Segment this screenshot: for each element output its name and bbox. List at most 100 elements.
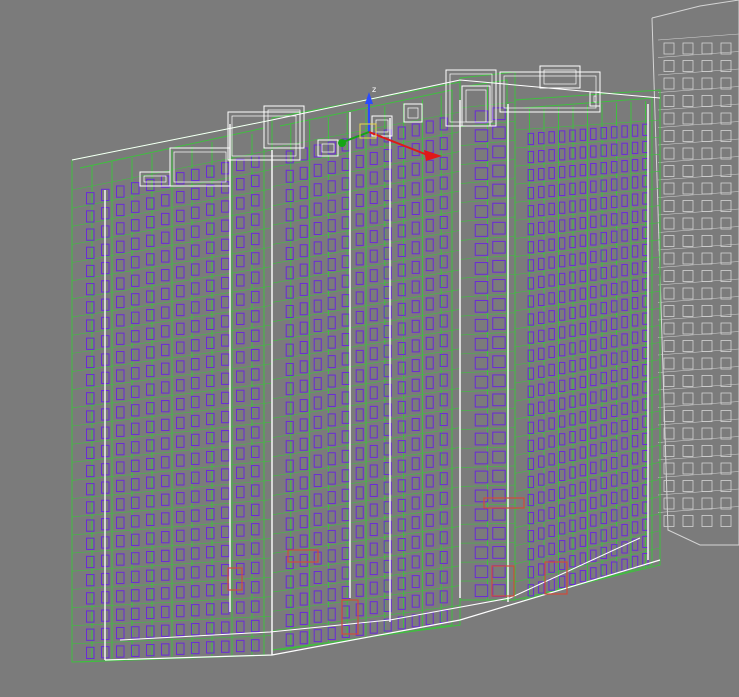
window bbox=[327, 491, 336, 505]
window bbox=[474, 281, 489, 294]
building-wireframe[interactable] bbox=[71, 65, 661, 663]
window bbox=[146, 513, 155, 527]
window bbox=[474, 129, 489, 143]
neighbor-window bbox=[682, 427, 694, 440]
window bbox=[631, 297, 639, 310]
window bbox=[538, 185, 545, 199]
gizmo-y-handle-icon[interactable] bbox=[338, 139, 346, 147]
window bbox=[221, 468, 230, 481]
neighbor-window bbox=[663, 112, 675, 125]
window bbox=[131, 182, 140, 195]
window bbox=[116, 498, 125, 511]
window bbox=[411, 516, 420, 530]
neighbor-window bbox=[682, 375, 694, 387]
window bbox=[146, 234, 155, 247]
window bbox=[86, 319, 95, 332]
window bbox=[548, 399, 555, 412]
window bbox=[206, 393, 215, 407]
window bbox=[146, 476, 155, 489]
window bbox=[548, 238, 555, 251]
window bbox=[146, 532, 155, 545]
neighbor-building-wireframe[interactable] bbox=[651, 0, 739, 546]
window bbox=[631, 279, 639, 293]
window bbox=[425, 218, 434, 232]
wireframe-scene[interactable]: z bbox=[0, 0, 739, 697]
window bbox=[221, 353, 230, 366]
window bbox=[579, 358, 587, 371]
neighbor-window bbox=[701, 375, 713, 387]
window bbox=[206, 584, 215, 597]
window bbox=[191, 206, 200, 219]
window bbox=[161, 418, 170, 432]
window bbox=[492, 183, 506, 197]
window bbox=[299, 147, 308, 161]
neighbor-window bbox=[701, 182, 713, 195]
window bbox=[161, 362, 170, 375]
window bbox=[631, 383, 639, 396]
window bbox=[285, 614, 294, 628]
window bbox=[558, 433, 566, 446]
window bbox=[474, 243, 489, 256]
window bbox=[206, 374, 215, 388]
window bbox=[221, 506, 230, 519]
window bbox=[621, 506, 628, 519]
window bbox=[631, 366, 639, 379]
window bbox=[299, 611, 308, 625]
window bbox=[558, 219, 566, 232]
window bbox=[590, 444, 597, 457]
window bbox=[116, 479, 125, 493]
window bbox=[527, 421, 535, 434]
window bbox=[86, 264, 95, 278]
window bbox=[299, 224, 308, 238]
window bbox=[191, 509, 200, 522]
window bbox=[355, 369, 364, 383]
window bbox=[116, 535, 125, 548]
window bbox=[285, 536, 294, 550]
window bbox=[146, 271, 155, 285]
window bbox=[558, 575, 566, 588]
gizmo-x-axis[interactable] bbox=[368, 131, 431, 157]
window bbox=[341, 196, 350, 210]
window bbox=[492, 584, 506, 597]
neighbor-floor-line bbox=[657, 401, 739, 408]
window bbox=[538, 491, 545, 504]
window bbox=[538, 257, 545, 271]
window bbox=[558, 486, 566, 499]
window bbox=[236, 639, 245, 653]
neighbor-window bbox=[701, 42, 713, 55]
window bbox=[590, 567, 597, 580]
window bbox=[631, 159, 639, 172]
neighbor-window bbox=[682, 515, 694, 527]
window bbox=[397, 518, 406, 532]
window bbox=[116, 443, 125, 456]
window bbox=[251, 561, 260, 575]
window bbox=[548, 292, 555, 305]
window bbox=[492, 355, 506, 369]
3d-viewport[interactable]: z bbox=[0, 0, 739, 697]
window bbox=[161, 587, 170, 600]
window bbox=[492, 107, 506, 121]
window bbox=[299, 186, 308, 200]
neighbor-window bbox=[682, 357, 694, 370]
window bbox=[579, 464, 587, 477]
window bbox=[131, 348, 140, 361]
window bbox=[558, 165, 566, 179]
neighbor-window bbox=[663, 375, 675, 387]
window bbox=[236, 466, 245, 479]
window bbox=[313, 454, 322, 468]
window bbox=[341, 333, 350, 347]
neighbor-floor-line bbox=[657, 191, 739, 198]
window bbox=[146, 420, 155, 433]
window bbox=[397, 244, 406, 258]
window bbox=[206, 298, 215, 311]
window bbox=[527, 313, 535, 326]
window bbox=[116, 516, 125, 529]
window bbox=[86, 337, 95, 350]
window bbox=[411, 457, 420, 471]
window bbox=[161, 568, 170, 581]
window bbox=[327, 199, 336, 213]
window bbox=[558, 237, 566, 250]
window bbox=[397, 577, 406, 591]
window bbox=[191, 376, 200, 390]
window bbox=[631, 124, 639, 137]
